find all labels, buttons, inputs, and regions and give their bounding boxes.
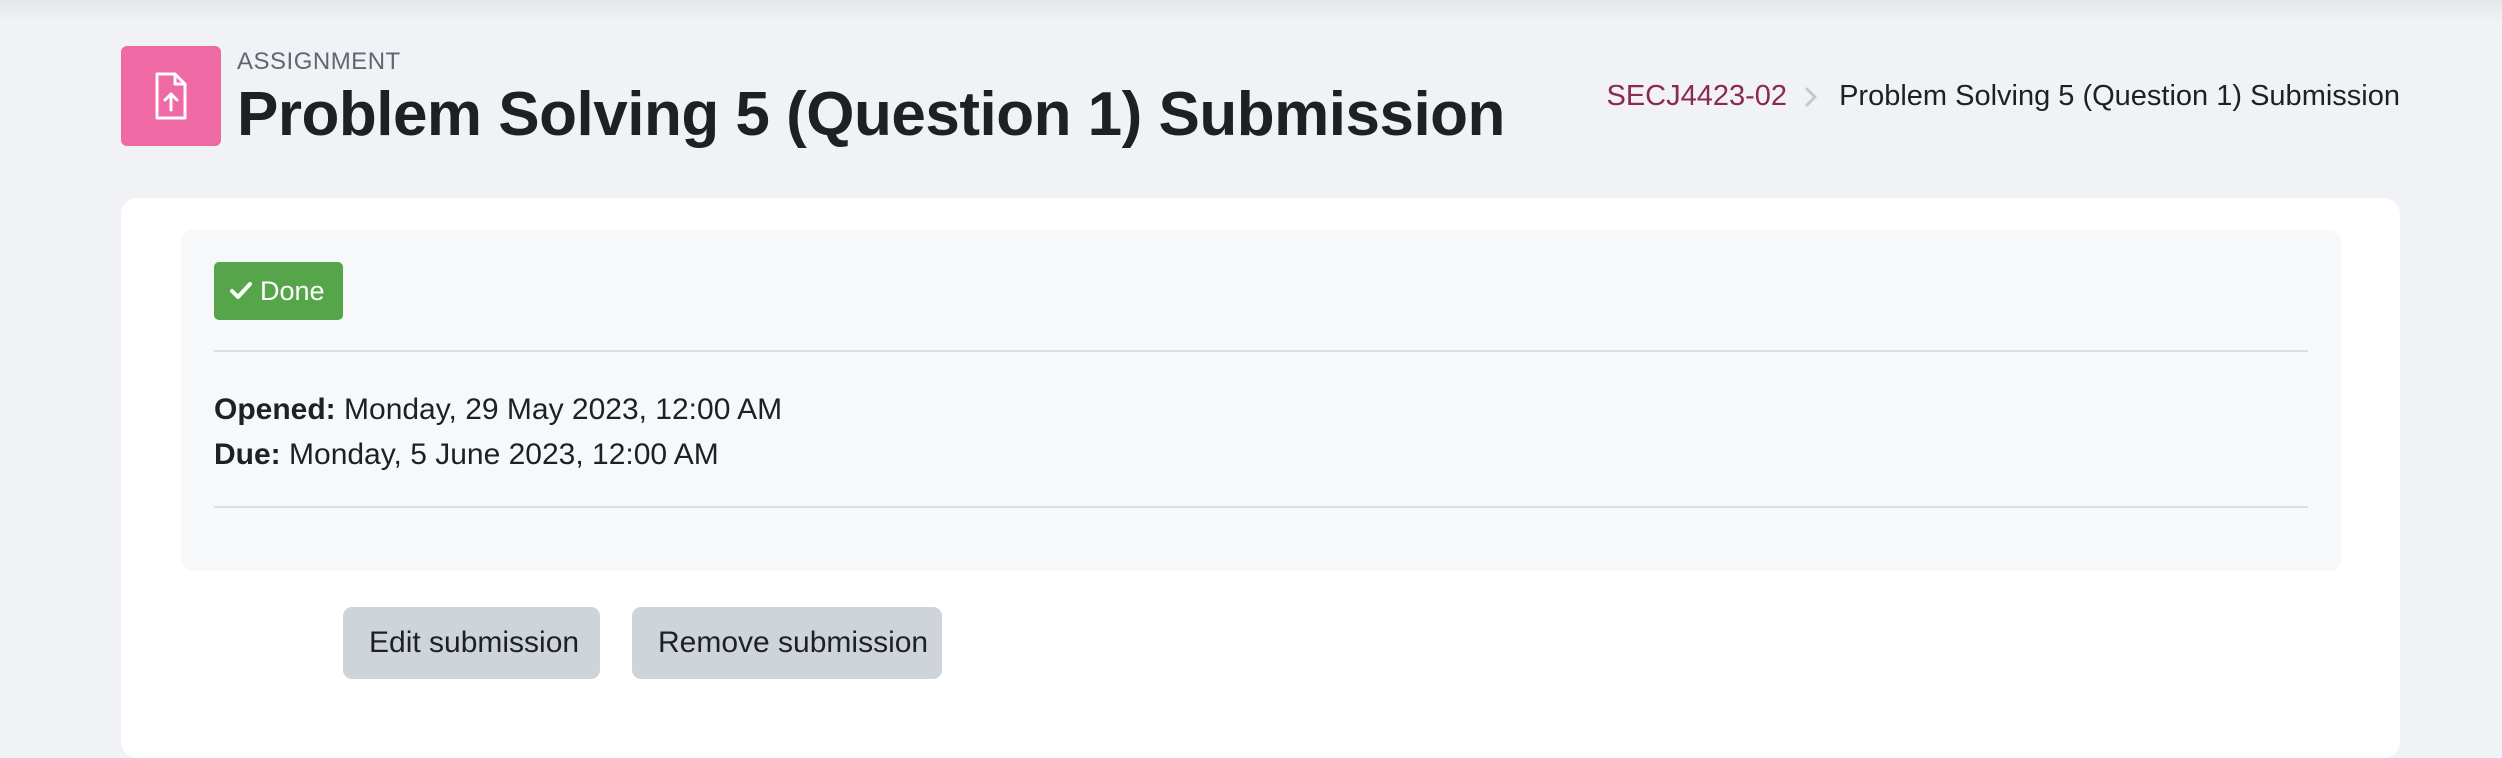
chevron-right-icon xyxy=(1805,87,1817,107)
completion-status-label: Done xyxy=(260,275,325,306)
divider xyxy=(214,350,2308,352)
check-icon xyxy=(230,282,252,299)
assignment-upload-icon xyxy=(121,46,221,146)
due-date-row: Due: Monday, 5 June 2023, 12:00 AM xyxy=(214,432,782,477)
page-title: Problem Solving 5 (Question 1) Submissio… xyxy=(237,80,1505,149)
breadcrumb: SECJ4423-02 Problem Solving 5 (Question … xyxy=(1607,80,2401,113)
remove-submission-button[interactable]: Remove submission xyxy=(632,607,942,679)
activity-type-label: ASSIGNMENT xyxy=(237,48,401,75)
main-card: Done Opened: Monday, 29 May 2023, 12:00 … xyxy=(121,198,2400,758)
due-label: Due: xyxy=(214,438,281,471)
opened-date-row: Opened: Monday, 29 May 2023, 12:00 AM xyxy=(214,387,782,432)
edit-submission-button[interactable]: Edit submission xyxy=(343,607,600,679)
top-shadow xyxy=(0,0,2502,22)
due-value: Monday, 5 June 2023, 12:00 AM xyxy=(289,438,719,471)
opened-label: Opened: xyxy=(214,393,336,426)
breadcrumb-course-link[interactable]: SECJ4423-02 xyxy=(1607,80,1788,113)
opened-value: Monday, 29 May 2023, 12:00 AM xyxy=(344,393,783,426)
activity-dates: Opened: Monday, 29 May 2023, 12:00 AM Du… xyxy=(214,387,782,477)
breadcrumb-current: Problem Solving 5 (Question 1) Submissio… xyxy=(1839,80,2400,112)
activity-info-box: Done Opened: Monday, 29 May 2023, 12:00 … xyxy=(181,230,2341,571)
page-header: ASSIGNMENT Problem Solving 5 (Question 1… xyxy=(237,48,1505,152)
divider xyxy=(214,506,2308,508)
completion-status-badge: Done xyxy=(214,262,343,320)
